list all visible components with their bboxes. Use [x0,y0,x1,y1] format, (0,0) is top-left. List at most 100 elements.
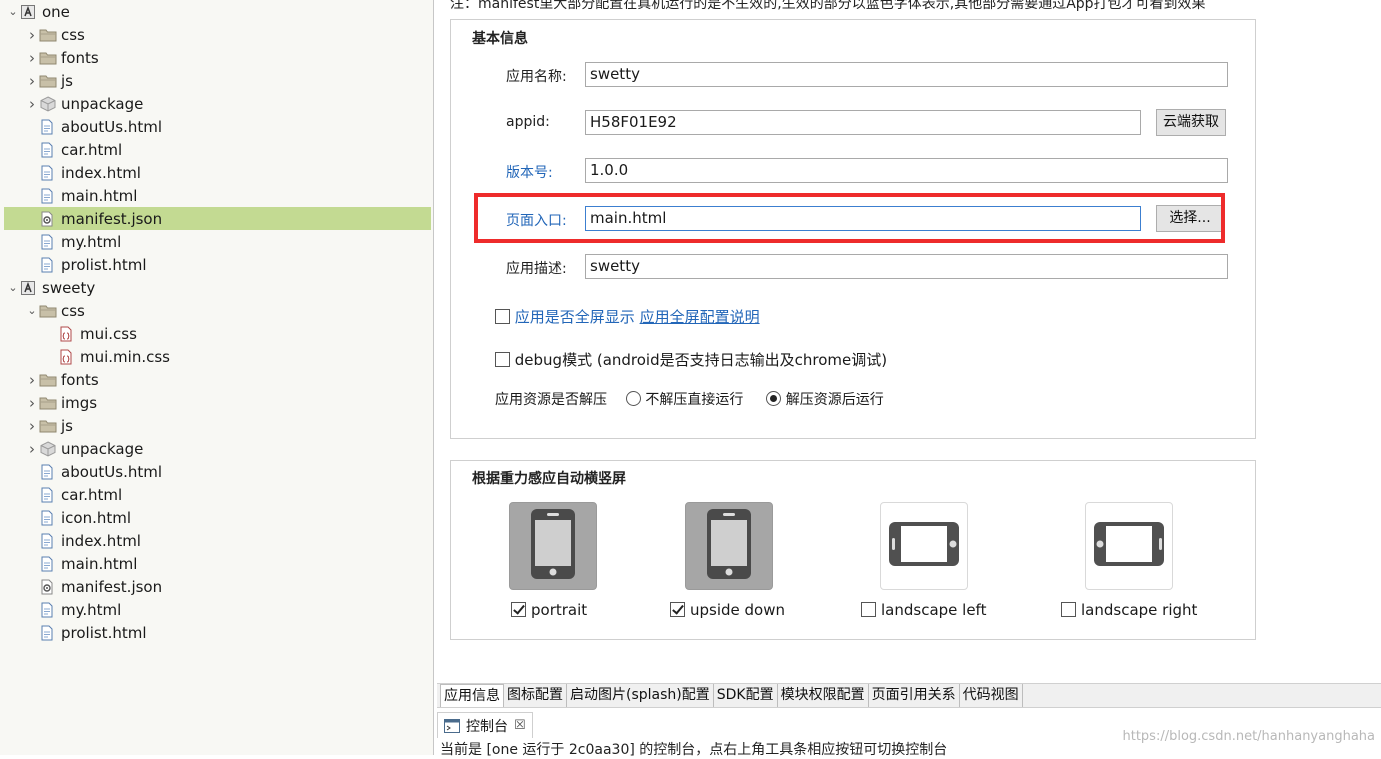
landscape-left-tile[interactable] [880,502,968,590]
tree-item[interactable]: main.html [4,184,431,207]
tree-item[interactable]: › css [4,23,431,46]
tree-item-label: manifest.json [61,209,163,228]
tree-item[interactable]: ⌄ sweety [4,276,431,299]
tree-item[interactable]: manifest.json [4,207,431,230]
tree-item-label: icon.html [61,508,132,527]
expanded-chevron-icon[interactable]: ⌄ [25,304,39,317]
phone-portrait-icon [530,508,576,584]
tree-item[interactable]: index.html [4,529,431,552]
app-name-field[interactable]: swetty [585,62,1228,87]
folder-icon [39,372,57,388]
landscape-left-checkbox[interactable] [861,602,876,617]
tree-item[interactable]: aboutUs.html [4,460,431,483]
tree-item[interactable]: › js [4,69,431,92]
tree-item-label: aboutUs.html [61,462,163,481]
tree-item[interactable]: my.html [4,598,431,621]
upside-down-option[interactable]: upside down [670,601,785,619]
folder-icon [39,27,57,43]
collapsed-chevron-icon[interactable]: › [25,72,39,90]
tree-item-label: main.html [61,186,138,205]
editor-tab[interactable]: 应用信息 [440,684,504,707]
editor-tab[interactable]: 页面引用关系 [869,684,960,707]
editor-tab[interactable]: 模块权限配置 [778,684,869,707]
json-icon [39,211,57,227]
tree-item[interactable]: icon.html [4,506,431,529]
upside-down-checkbox[interactable] [670,602,685,617]
collapsed-chevron-icon[interactable]: › [25,371,39,389]
tree-item-label: sweety [42,278,96,297]
tree-item[interactable]: mui.css [4,322,431,345]
tree-item[interactable]: › fonts [4,46,431,69]
expanded-chevron-icon[interactable]: ⌄ [6,5,20,18]
landscape-left-option[interactable]: landscape left [861,601,986,619]
expanded-chevron-icon[interactable]: ⌄ [6,281,20,294]
fullscreen-help-link[interactable]: 应用全屏配置说明 [640,308,760,326]
fullscreen-label[interactable]: 应用是否全屏显示 [515,308,635,326]
tree-item[interactable]: main.html [4,552,431,575]
tree-item[interactable]: aboutUs.html [4,115,431,138]
debug-label[interactable]: debug模式 (android是否支持日志输出及chrome调试) [515,351,887,369]
tree-item[interactable]: mui.min.css [4,345,431,368]
version-field[interactable]: 1.0.0 [585,158,1228,183]
tree-item-label: fonts [61,370,99,389]
console-close-icon[interactable]: ☒ [514,718,526,733]
landscape-right-checkbox[interactable] [1061,602,1076,617]
tree-item[interactable]: › imgs [4,391,431,414]
console-tab[interactable]: 控制台 ☒ [437,712,533,738]
collapsed-chevron-icon[interactable]: › [25,95,39,113]
tree-item[interactable]: › unpackage [4,437,431,460]
tree-item-label: css [61,25,85,44]
console-panel: 控制台 ☒ 当前是 [one 运行于 2c0aa30] 的控制台，点右上角工具条… [437,707,1381,758]
editor-tab[interactable]: 图标配置 [504,684,567,707]
unzip-option-no-radio[interactable] [625,391,641,406]
fullscreen-row: 应用是否全屏显示 应用全屏配置说明 [495,306,760,327]
tree-item[interactable]: › unpackage [4,92,431,115]
editor-tab[interactable]: SDK配置 [714,684,778,707]
tree-item-label: prolist.html [61,255,147,274]
landscape-right-option[interactable]: landscape right [1061,601,1197,619]
collapsed-chevron-icon[interactable]: › [25,26,39,44]
unzip-option-yes-radio[interactable] [766,391,782,406]
upside-down-tile[interactable] [685,502,773,590]
watermark-text: https://blog.csdn.net/hanhanyanghaha [1122,729,1375,744]
editor-tabs: 应用信息 图标配置 启动图片(splash)配置 SDK配置 模块权限配置 页面引用关系代… [437,683,1381,707]
tree-item[interactable]: › js [4,414,431,437]
collapsed-chevron-icon[interactable]: › [25,49,39,67]
tree-item[interactable]: my.html [4,230,431,253]
html-icon [39,487,57,503]
fullscreen-checkbox[interactable] [495,309,510,324]
editor-tab[interactable]: 启动图片(splash)配置 [567,684,714,707]
folder-icon [39,395,57,411]
debug-checkbox[interactable] [495,352,510,367]
html-icon [39,234,57,250]
fetch-appid-button[interactable]: 云端获取 [1156,109,1226,136]
unzip-option-no-label[interactable]: 不解压直接运行 [645,392,743,408]
tree-item[interactable]: prolist.html [4,253,431,276]
collapsed-chevron-icon[interactable]: › [25,394,39,412]
tree-item[interactable]: ⌄ one [4,0,431,23]
tree-item-label: car.html [61,140,123,159]
portrait-label: portrait [531,601,588,619]
project-explorer: ⌄ one › css › fonts › js › unpackage aboutUs.html c… [0,0,434,755]
tree-item-label: one [42,2,70,21]
editor-tab[interactable]: 代码视图 [960,684,1023,707]
collapsed-chevron-icon[interactable]: › [25,417,39,435]
tree-item[interactable]: manifest.json [4,575,431,598]
tree-item[interactable]: ⌄ css [4,299,431,322]
description-field[interactable]: swetty [585,254,1228,279]
tree-item[interactable]: › fonts [4,368,431,391]
unzip-option-yes-label[interactable]: 解压资源后运行 [786,392,884,408]
portrait-option[interactable]: portrait [511,601,587,619]
tree-item[interactable]: car.html [4,138,431,161]
tree-item[interactable]: car.html [4,483,431,506]
landscape-right-tile[interactable] [1085,502,1173,590]
folder-icon [39,418,57,434]
tree-item[interactable]: index.html [4,161,431,184]
folder-icon [39,50,57,66]
portrait-checkbox[interactable] [511,602,526,617]
appid-field[interactable]: H58F01E92 [585,110,1141,135]
description-label: 应用描述: [506,261,567,277]
collapsed-chevron-icon[interactable]: › [25,440,39,458]
tree-item[interactable]: prolist.html [4,621,431,644]
portrait-tile[interactable] [509,502,597,590]
